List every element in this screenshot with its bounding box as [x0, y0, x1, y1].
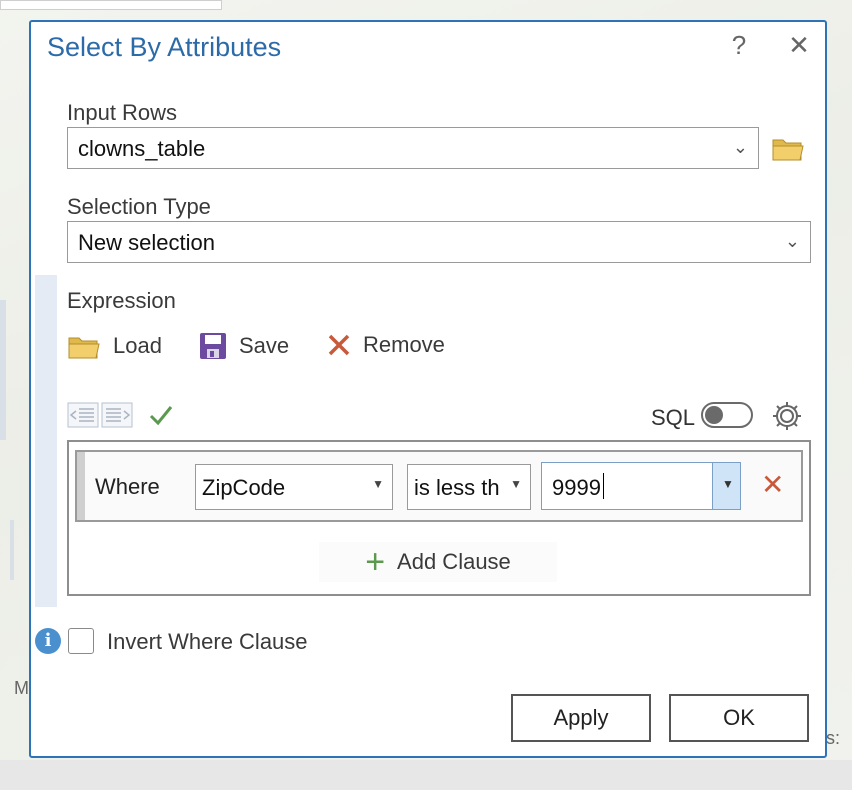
operator-value: is less th	[414, 475, 500, 500]
map-border-line	[10, 520, 14, 580]
help-icon[interactable]: ?	[723, 30, 755, 61]
field-value: ZipCode	[202, 475, 286, 500]
map-border-line	[0, 300, 6, 440]
verify-checkmark-icon[interactable]	[149, 404, 173, 431]
save-button[interactable]: Save	[199, 332, 289, 360]
text-caret	[603, 473, 604, 499]
clause-panel: Where ZipCode ▼ is less th ▼ 9999 ▼ ✕ + …	[67, 440, 811, 596]
chevron-down-icon: ⌄	[732, 137, 748, 157]
where-label: Where	[95, 474, 160, 499]
add-clause-label: Add Clause	[397, 549, 511, 574]
expression-label: Expression	[67, 288, 176, 313]
input-rows-value: clowns_table	[78, 136, 206, 161]
input-rows-select[interactable]: clowns_table ⌄	[67, 127, 759, 169]
input-rows-label: Input Rows	[67, 100, 178, 125]
remove-button[interactable]: Remove	[327, 332, 445, 358]
dropdown-arrow-icon: ▼	[372, 477, 384, 491]
close-icon[interactable]: ✕	[783, 30, 815, 61]
map-partial-label: s:	[826, 728, 841, 748]
plus-icon: +	[365, 543, 386, 581]
remove-clause-icon[interactable]: ✕	[761, 468, 784, 501]
save-label: Save	[239, 333, 290, 358]
dialog-title: Select By Attributes	[47, 32, 282, 62]
sql-toggle[interactable]	[701, 402, 753, 428]
apply-button[interactable]: Apply	[511, 694, 651, 742]
floppy-disk-icon	[199, 332, 227, 360]
toggle-knob	[705, 406, 723, 424]
dropdown-arrow-icon: ▼	[506, 477, 522, 491]
gear-icon[interactable]	[771, 400, 803, 437]
indent-increase-icon[interactable]	[101, 402, 133, 433]
operator-select[interactable]: is less th ▼	[407, 464, 531, 510]
expression-section-accent	[35, 275, 57, 607]
value-text: 9999	[552, 475, 601, 500]
ok-button[interactable]: OK	[669, 694, 809, 742]
selection-type-value: New selection	[78, 230, 215, 255]
chevron-down-icon: ⌄	[784, 231, 800, 251]
invert-where-label: Invert Where Clause	[107, 629, 308, 654]
invert-where-checkbox[interactable]	[68, 628, 94, 654]
add-clause-button[interactable]: + Add Clause	[319, 542, 557, 582]
clause-row: Where ZipCode ▼ is less th ▼ 9999 ▼ ✕	[75, 450, 803, 522]
selection-type-select[interactable]: New selection ⌄	[67, 221, 811, 263]
info-icon[interactable]: i	[35, 628, 61, 654]
field-select[interactable]: ZipCode ▼	[195, 464, 393, 510]
value-dropdown-button[interactable]: ▼	[712, 463, 740, 509]
browse-folder-icon[interactable]	[771, 134, 805, 162]
load-button[interactable]: Load	[67, 332, 162, 360]
open-folder-icon	[67, 332, 101, 360]
load-label: Load	[113, 333, 162, 358]
selection-type-label: Selection Type	[67, 194, 211, 219]
remove-label: Remove	[363, 332, 445, 357]
clause-drag-handle[interactable]	[77, 452, 85, 520]
map-partial-label: M	[14, 678, 29, 698]
value-input[interactable]: 9999 ▼	[541, 462, 741, 510]
map-widget-edge	[0, 0, 222, 10]
dropdown-arrow-icon: ▼	[722, 477, 734, 491]
status-strip	[0, 760, 852, 790]
remove-x-icon	[327, 333, 351, 357]
sql-label: SQL	[651, 405, 696, 430]
indent-decrease-icon[interactable]	[67, 402, 99, 433]
select-by-attributes-dialog: Select By Attributes ? ✕ Input Rows clow…	[29, 20, 827, 758]
